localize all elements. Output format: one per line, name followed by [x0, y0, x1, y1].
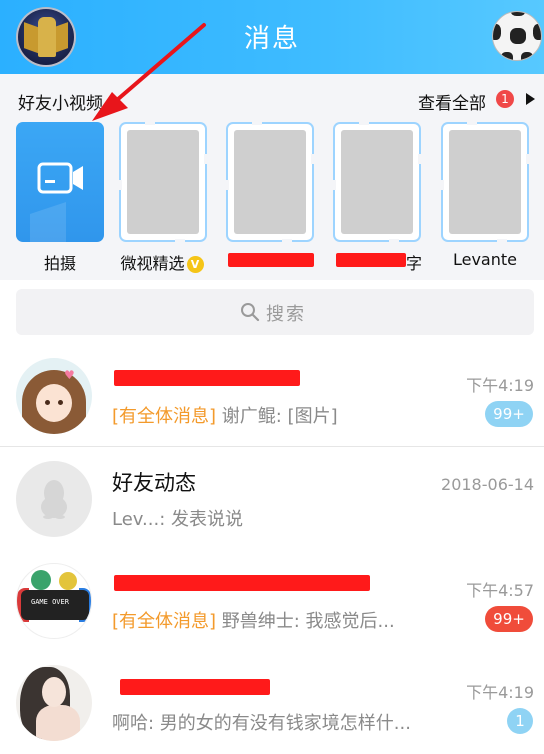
friend-video-thumb[interactable] — [332, 121, 422, 243]
penguin-icon — [41, 480, 67, 519]
redaction-mark — [120, 679, 270, 695]
unread-count-badge: 99+ — [485, 606, 533, 632]
unread-count-badge: 1 — [507, 708, 533, 734]
search-bar[interactable]: 搜索 — [16, 289, 534, 335]
header-bar: 消息 — [0, 0, 544, 74]
conversation-name: 好友动态 — [112, 471, 196, 495]
friend-video-thumb[interactable] — [440, 121, 530, 243]
thumb-label-weishi: 微视精选 V — [108, 250, 216, 274]
conversation-row[interactable]: 好友动态 Lev...: 发表说说 2018-06-14 — [0, 447, 544, 550]
unread-count-badge: 99+ — [485, 401, 533, 427]
avatar[interactable] — [16, 665, 92, 741]
shoot-video-button[interactable] — [16, 122, 104, 242]
conversation-row[interactable]: ♥ [有全体消息] 谢广鲲: [图片] 下午4:19 99+ — [0, 344, 544, 447]
preview-text: 谢广鲲: [图片] — [216, 406, 338, 427]
avatar[interactable]: GAME OVER — [16, 563, 92, 639]
all-members-tag: [有全体消息] — [112, 406, 217, 427]
conversation-preview: Lev...: 发表说说 — [112, 509, 243, 530]
verified-badge-icon: V — [186, 256, 204, 273]
page-title: 消息 — [243, 24, 300, 54]
conversation-time: 下午4:57 — [466, 581, 534, 600]
conversation-preview: 啊哈: 男的女的有没有钱家境怎样什... — [112, 713, 411, 734]
all-members-tag: [有全体消息] — [112, 611, 217, 632]
friend-videos-title: 好友小视频 — [18, 94, 103, 114]
conversation-row[interactable]: 啊哈: 男的女的有没有钱家境怎样什... 下午4:19 1 — [0, 651, 544, 754]
preview-text: 野兽绅士: 我感觉后... — [216, 611, 395, 632]
friend-videos-section: 好友小视频 查看全部 1 拍摄 微视精选 V 字 Levante — [0, 74, 544, 280]
thumb-label-text: 微视精选 — [120, 254, 185, 273]
friend-video-thumb[interactable] — [225, 121, 315, 243]
conversation-time: 2018-06-14 — [441, 475, 534, 494]
avatar[interactable]: ♥ — [16, 358, 92, 434]
view-all-badge: 1 — [496, 90, 514, 108]
avatar[interactable] — [16, 461, 92, 537]
redaction-mark — [114, 575, 370, 591]
redaction-mark — [228, 253, 314, 267]
search-placeholder: 搜索 — [266, 304, 306, 325]
conversation-time: 下午4:19 — [466, 376, 534, 395]
thumb-label-shoot: 拍摄 — [43, 254, 76, 273]
search-icon — [241, 303, 260, 322]
conversation-row[interactable]: GAME OVER [有全体消息] 野兽绅士: 我感觉后... 下午4:57 9… — [0, 549, 544, 652]
view-all-link[interactable]: 查看全部 — [418, 89, 486, 114]
conversation-preview: [有全体消息] 谢广鲲: [图片] — [112, 402, 338, 428]
soccer-ball-icon[interactable] — [492, 11, 542, 61]
conversation-time: 下午4:19 — [466, 683, 534, 702]
redaction-mark — [114, 370, 300, 386]
thumb-label-levante: Levante — [452, 250, 517, 269]
play-arrow-icon[interactable] — [526, 93, 535, 105]
thumb-label-text: 字 — [406, 254, 423, 273]
redaction-mark — [336, 253, 406, 267]
conversation-preview: [有全体消息] 野兽绅士: 我感觉后... — [112, 607, 395, 633]
camcorder-icon — [37, 162, 83, 194]
friend-video-thumb[interactable] — [118, 121, 208, 243]
